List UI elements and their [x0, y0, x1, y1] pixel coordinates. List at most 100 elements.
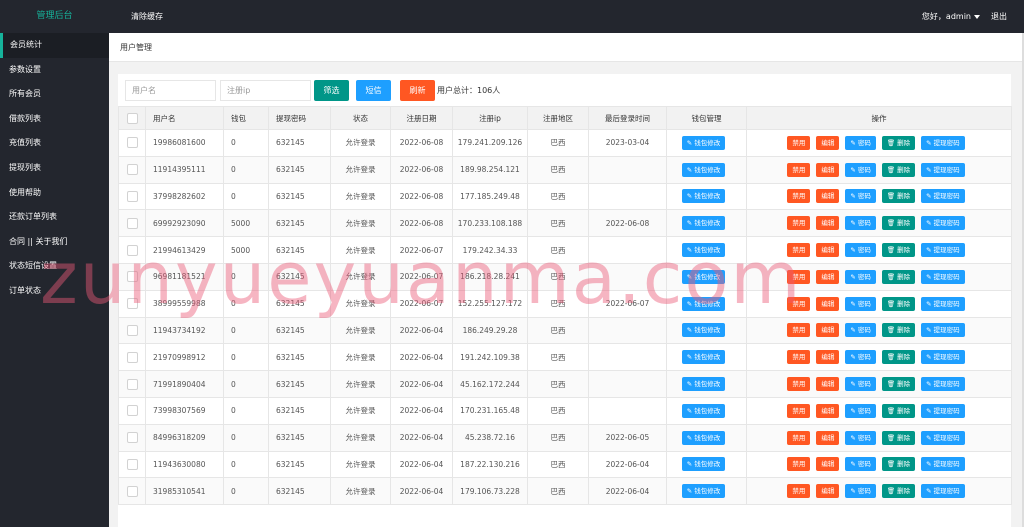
wallet-edit-button[interactable]: ✎ 钱包修改	[681, 484, 726, 499]
password-button[interactable]: ✎ 密码	[845, 430, 876, 445]
withdraw-password-button[interactable]: ✎ 提现密码	[921, 350, 965, 365]
delete-button[interactable]: 🗑 删除	[881, 403, 916, 418]
logout-link[interactable]: 退出	[991, 11, 1007, 22]
disable-button[interactable]: 禁用	[787, 135, 811, 150]
password-button[interactable]: ✎ 密码	[845, 350, 876, 365]
withdraw-password-button[interactable]: ✎ 提现密码	[921, 189, 965, 204]
row-checkbox[interactable]	[126, 271, 138, 283]
sidebar-item-help[interactable]: 使用帮助	[0, 181, 109, 206]
edit-button[interactable]: 编辑	[816, 135, 840, 150]
header-wallet[interactable]: 钱包	[223, 106, 269, 130]
withdraw-password-button[interactable]: ✎ 提现密码	[921, 377, 965, 392]
wallet-edit-button[interactable]: ✎ 钱包修改	[681, 269, 726, 284]
withdraw-password-button[interactable]: ✎ 提现密码	[921, 323, 965, 338]
password-button[interactable]: ✎ 密码	[845, 377, 876, 392]
wallet-edit-button[interactable]: ✎ 钱包修改	[681, 162, 726, 177]
password-button[interactable]: ✎ 密码	[845, 189, 876, 204]
row-checkbox[interactable]	[126, 137, 138, 149]
password-button[interactable]: ✎ 密码	[845, 323, 876, 338]
disable-button[interactable]: 禁用	[787, 403, 811, 418]
row-checkbox[interactable]	[126, 378, 138, 390]
user-menu[interactable]: 您好，admin	[922, 11, 980, 22]
edit-button[interactable]: 编辑	[816, 216, 840, 231]
disable-button[interactable]: 禁用	[787, 243, 811, 258]
edit-button[interactable]: 编辑	[816, 323, 840, 338]
disable-button[interactable]: 禁用	[787, 216, 811, 231]
password-button[interactable]: ✎ 密码	[845, 269, 876, 284]
delete-button[interactable]: 🗑 删除	[881, 350, 916, 365]
edit-button[interactable]: 编辑	[816, 484, 840, 499]
sms-button[interactable]: 短信	[356, 80, 391, 101]
disable-button[interactable]: 禁用	[787, 296, 811, 311]
edit-button[interactable]: 编辑	[816, 457, 840, 472]
row-checkbox[interactable]	[126, 485, 138, 497]
row-checkbox[interactable]	[126, 190, 138, 202]
wallet-edit-button[interactable]: ✎ 钱包修改	[681, 350, 726, 365]
delete-button[interactable]: 🗑 删除	[881, 269, 916, 284]
password-button[interactable]: ✎ 密码	[845, 403, 876, 418]
withdraw-password-button[interactable]: ✎ 提现密码	[921, 430, 965, 445]
header-reg-ip[interactable]: 注册ip	[452, 106, 528, 130]
header-last-login[interactable]: 最后登录时间	[588, 106, 667, 130]
sidebar-item-recharge[interactable]: 充值列表	[0, 131, 109, 156]
header-withdraw-password[interactable]: 提现密码	[268, 106, 331, 130]
sidebar-item-params[interactable]: 参数设置	[0, 58, 109, 83]
header-username[interactable]: 用户名	[145, 106, 224, 130]
app-logo[interactable]: 管理后台	[0, 0, 109, 33]
disable-button[interactable]: 禁用	[787, 269, 811, 284]
withdraw-password-button[interactable]: ✎ 提现密码	[921, 296, 965, 311]
edit-button[interactable]: 编辑	[816, 403, 840, 418]
password-button[interactable]: ✎ 密码	[845, 457, 876, 472]
password-button[interactable]: ✎ 密码	[845, 296, 876, 311]
edit-button[interactable]: 编辑	[816, 269, 840, 284]
edit-button[interactable]: 编辑	[816, 162, 840, 177]
delete-button[interactable]: 🗑 删除	[881, 216, 916, 231]
header-reg-date[interactable]: 注册日期	[390, 106, 453, 130]
password-button[interactable]: ✎ 密码	[845, 216, 876, 231]
edit-button[interactable]: 编辑	[816, 377, 840, 392]
clear-cache-link[interactable]: 清除缓存	[131, 11, 163, 22]
row-checkbox[interactable]	[126, 298, 138, 310]
edit-button[interactable]: 编辑	[816, 296, 840, 311]
header-status[interactable]: 状态	[330, 106, 391, 130]
password-button[interactable]: ✎ 密码	[845, 162, 876, 177]
withdraw-password-button[interactable]: ✎ 提现密码	[921, 403, 965, 418]
disable-button[interactable]: 禁用	[787, 189, 811, 204]
delete-button[interactable]: 🗑 删除	[881, 189, 916, 204]
edit-button[interactable]: 编辑	[816, 189, 840, 204]
ip-search-input[interactable]	[220, 80, 311, 101]
edit-button[interactable]: 编辑	[816, 350, 840, 365]
disable-button[interactable]: 禁用	[787, 377, 811, 392]
disable-button[interactable]: 禁用	[787, 162, 811, 177]
delete-button[interactable]: 🗑 删除	[881, 162, 916, 177]
sidebar-item-contract[interactable]: 合同 || 关于我们	[0, 230, 109, 255]
header-actions[interactable]: 操作	[746, 106, 1012, 130]
withdraw-password-button[interactable]: ✎ 提现密码	[921, 162, 965, 177]
row-checkbox[interactable]	[126, 351, 138, 363]
withdraw-password-button[interactable]: ✎ 提现密码	[921, 484, 965, 499]
row-checkbox[interactable]	[126, 164, 138, 176]
sidebar-item-loans[interactable]: 借款列表	[0, 107, 109, 132]
wallet-edit-button[interactable]: ✎ 钱包修改	[681, 403, 726, 418]
header-reg-region[interactable]: 注册地区	[527, 106, 589, 130]
row-checkbox[interactable]	[126, 432, 138, 444]
wallet-edit-button[interactable]: ✎ 钱包修改	[681, 323, 726, 338]
wallet-edit-button[interactable]: ✎ 钱包修改	[681, 189, 726, 204]
edit-button[interactable]: 编辑	[816, 430, 840, 445]
row-checkbox[interactable]	[126, 324, 138, 336]
wallet-edit-button[interactable]: ✎ 钱包修改	[681, 243, 726, 258]
disable-button[interactable]: 禁用	[787, 323, 811, 338]
disable-button[interactable]: 禁用	[787, 484, 811, 499]
delete-button[interactable]: 🗑 删除	[881, 243, 916, 258]
row-checkbox[interactable]	[126, 244, 138, 256]
withdraw-password-button[interactable]: ✎ 提现密码	[921, 243, 965, 258]
delete-button[interactable]: 🗑 删除	[881, 377, 916, 392]
delete-button[interactable]: 🗑 删除	[881, 296, 916, 311]
password-button[interactable]: ✎ 密码	[845, 243, 876, 258]
edit-button[interactable]: 编辑	[816, 243, 840, 258]
row-checkbox[interactable]	[126, 405, 138, 417]
select-all-checkbox[interactable]	[126, 112, 138, 124]
withdraw-password-button[interactable]: ✎ 提现密码	[921, 135, 965, 150]
delete-button[interactable]: 🗑 删除	[881, 135, 916, 150]
withdraw-password-button[interactable]: ✎ 提现密码	[921, 457, 965, 472]
